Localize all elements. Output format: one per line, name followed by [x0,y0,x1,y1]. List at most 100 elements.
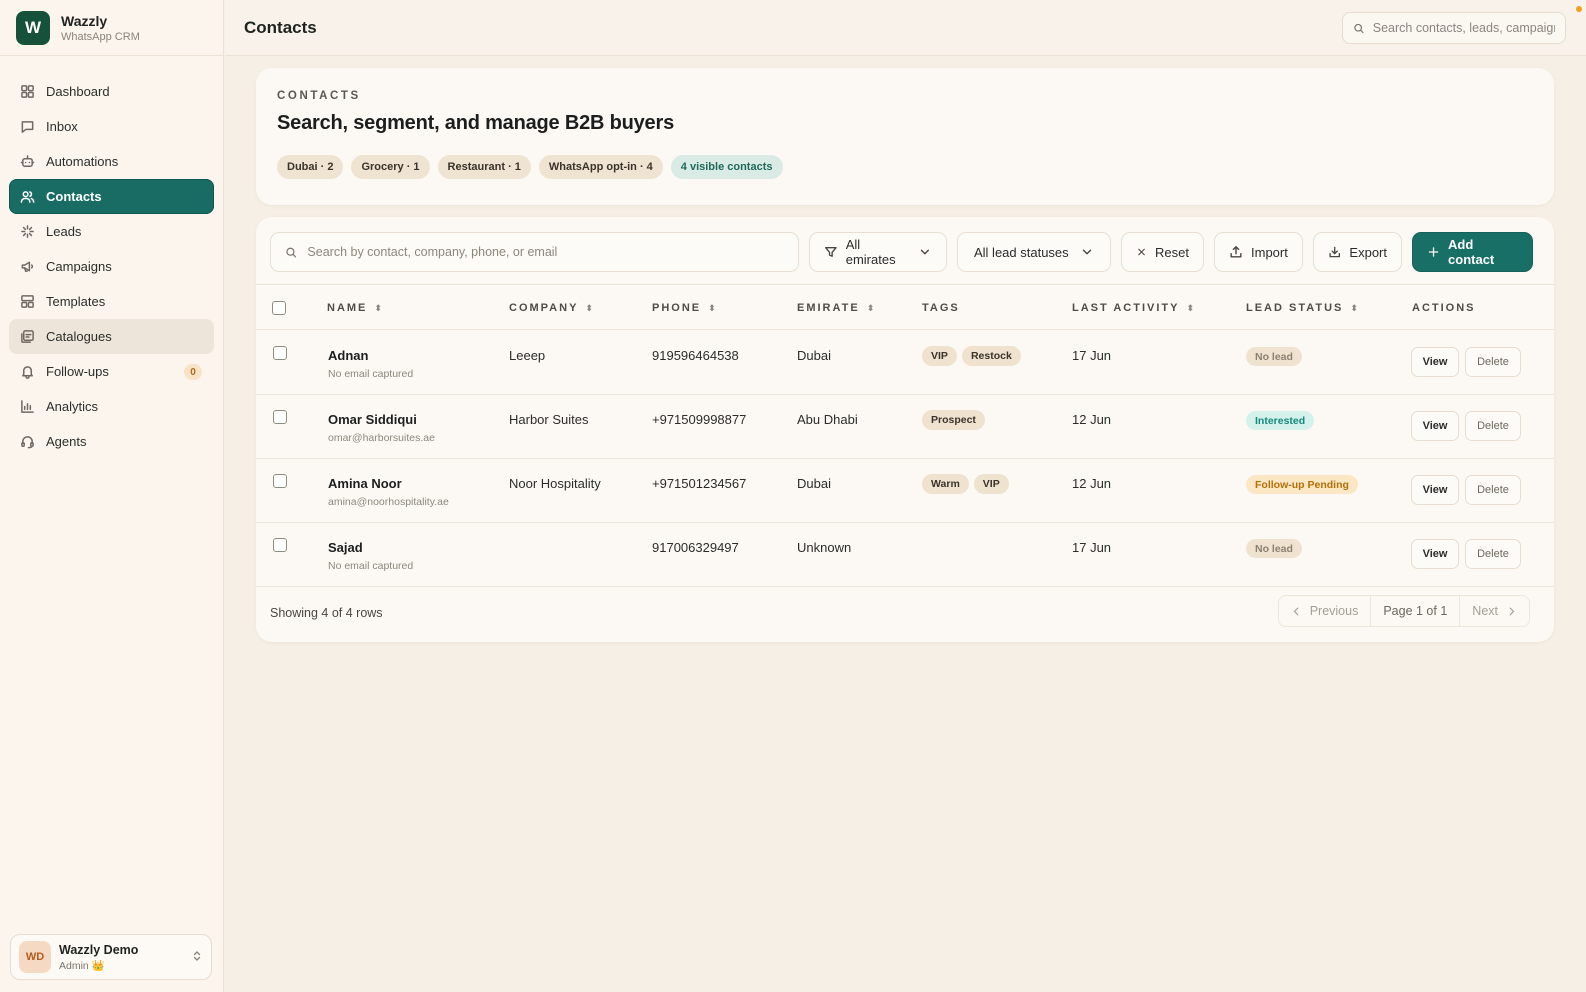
contact-name[interactable]: Sajad [328,540,363,555]
column-header-lead-status[interactable]: LEAD STATUS ⬍ [1246,285,1358,331]
export-button[interactable]: Export [1313,232,1402,272]
topbar: Contacts [225,0,1586,56]
contact-name[interactable]: Adnan [328,348,368,363]
segment-chip[interactable]: WhatsApp opt-in · 4 [538,155,663,179]
segment-chip[interactable]: Restaurant · 1 [437,155,531,179]
column-header-label: ACTIONS [1412,302,1476,314]
delete-button[interactable]: Delete [1465,475,1521,505]
column-header-label: COMPANY [509,302,579,314]
contact-phone: 919596464538 [652,348,739,363]
robot-icon [20,155,35,167]
previous-page-button[interactable]: Previous [1279,596,1371,626]
global-search[interactable] [1342,12,1566,44]
sidebar-item-dashboard[interactable]: Dashboard [9,74,214,109]
view-button[interactable]: View [1411,347,1459,377]
contact-email: No email captured [328,368,414,380]
contact-name[interactable]: Omar Siddiqui [328,412,417,427]
chevron-up-down-icon [191,950,203,965]
sidebar-item-label: Inbox [46,119,78,134]
contact-email: No email captured [328,560,414,572]
sidebar-item-label: Dashboard [46,84,110,99]
table-search[interactable] [270,232,799,272]
avatar: WD [19,941,51,973]
search-icon [1354,23,1364,33]
table-row[interactable]: Adnan No email captured Leeep 9195964645… [256,331,1554,395]
view-button[interactable]: View [1411,539,1459,569]
delete-button[interactable]: Delete [1465,539,1521,569]
column-header-last-activity[interactable]: LAST ACTIVITY ⬍ [1072,285,1194,331]
sidebar: W Wazzly WhatsApp CRM Dashboard Inbox Au… [0,0,224,992]
sidebar-item-agents[interactable]: Agents [9,424,214,459]
row-checkbox[interactable] [273,538,287,552]
sidebar-item-campaigns[interactable]: Campaigns [9,249,214,284]
sidebar-item-templates[interactable]: Templates [9,284,214,319]
user-menu[interactable]: WD Wazzly Demo Admin 👑 [10,934,212,980]
page-indicator: Page 1 of 1 [1370,596,1461,626]
tag-badge: Restock [961,346,1021,366]
sidebar-item-label: Contacts [46,189,102,204]
add-contact-button[interactable]: Add contact [1412,232,1533,272]
contact-name[interactable]: Amina Noor [328,476,402,491]
sidebar-item-analytics[interactable]: Analytics [9,389,214,424]
table-row[interactable]: Amina Noor amina@noorhospitality.ae Noor… [256,459,1554,523]
sidebar-item-inbox[interactable]: Inbox [9,109,214,144]
view-button[interactable]: View [1411,475,1459,505]
import-button[interactable]: Import [1214,232,1303,272]
select-all-checkbox[interactable] [272,301,286,315]
brand: W Wazzly WhatsApp CRM [0,0,223,56]
segment-chip[interactable]: Dubai · 2 [277,155,344,179]
column-header-phone[interactable]: PHONE ⬍ [652,285,716,331]
app-logo[interactable]: W [16,10,50,45]
contact-tags: VIP Restock [922,346,1026,366]
emirate-filter-select[interactable]: All emirates [809,232,947,272]
sidebar-item-follow-ups[interactable]: Follow-ups 0 [9,354,214,389]
sidebar-item-label: Catalogues [46,329,112,344]
row-count: Showing 4 of 4 rows [270,606,383,620]
column-header-name[interactable]: NAME ⬍ [327,285,382,331]
sidebar-item-label: Templates [46,294,106,309]
dashboard-icon [21,85,34,98]
plus-icon [1428,247,1439,257]
status-badge: Follow-up Pending [1246,475,1358,494]
section-eyebrow: CONTACTS [277,90,361,102]
row-checkbox[interactable] [273,410,287,424]
row-checkbox[interactable] [273,474,287,488]
chevron-down-icon [921,249,930,255]
sidebar-item-automations[interactable]: Automations [9,144,214,179]
contact-email: amina@noorhospitality.ae [328,496,449,508]
reset-button[interactable]: Reset [1121,232,1204,272]
table-search-input[interactable] [307,245,784,259]
app-subtitle: WhatsApp CRM [61,30,140,43]
table-row[interactable]: Omar Siddiqui omar@harborsuites.ae Harbo… [256,395,1554,459]
column-header-company[interactable]: COMPANY ⬍ [509,285,593,331]
last-activity: 12 Jun [1072,476,1112,491]
sort-icon: ⬍ [708,302,716,313]
sidebar-item-catalogues[interactable]: Catalogues [9,319,214,354]
contact-phone: +971509998877 [652,412,747,427]
delete-button[interactable]: Delete [1465,347,1521,377]
global-search-input[interactable] [1372,21,1555,35]
sidebar-item-leads[interactable]: Leads [9,214,214,249]
sidebar-item-label: Campaigns [46,259,112,274]
lead-status-filter-select[interactable]: All lead statuses [957,232,1111,272]
row-checkbox[interactable] [273,346,287,360]
pagination: Previous Page 1 of 1 Next [1277,595,1530,627]
sort-icon: ⬍ [1186,302,1195,313]
column-header-emirate[interactable]: EMIRATE ⬍ [797,285,874,331]
catalogue-icon [21,330,34,343]
next-page-button[interactable]: Next [1460,596,1529,626]
contact-emirate: Dubai [797,348,831,363]
segment-chip[interactable]: Grocery · 1 [351,155,430,179]
sidebar-item-contacts[interactable]: Contacts [9,179,214,214]
table-toolbar: All emirates All lead statuses Reset Imp… [270,232,1540,272]
section-title: Search, segment, and manage B2B buyers [277,112,674,134]
export-label: Export [1349,244,1387,260]
table-row[interactable]: Sajad No email captured 917006329497 Unk… [256,523,1554,587]
delete-button[interactable]: Delete [1465,411,1521,441]
sidebar-item-label: Automations [46,154,119,169]
view-label: View [1422,548,1448,560]
view-button[interactable]: View [1411,411,1459,441]
contact-company: Leeep [509,348,546,363]
contact-phone: 917006329497 [652,540,739,555]
contact-tags: Warm VIP [922,474,1014,494]
